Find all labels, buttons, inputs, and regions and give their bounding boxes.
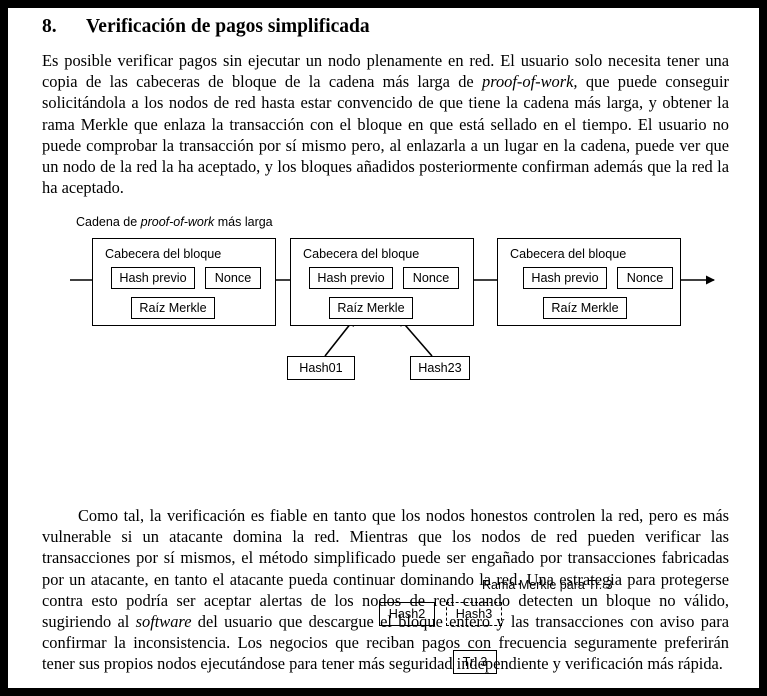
block-3-nonce: Nonce (617, 267, 673, 289)
block-3-merkle-root: Raíz Merkle (543, 297, 627, 319)
chain-label: Cadena de proof-of-work más larga (76, 215, 273, 229)
block-1-nonce: Nonce (205, 267, 261, 289)
merkle-node-hash01: Hash01 (287, 356, 355, 380)
paragraph-conclusion-emphasis: software (135, 612, 192, 632)
paragraph-intro-emphasis: proof-of-work, (482, 72, 578, 92)
block-3-prev-hash: Hash previo (523, 267, 607, 289)
block-2-nonce: Nonce (403, 267, 459, 289)
merkle-node-hash23: Hash23 (410, 356, 470, 380)
chain-label-part1: Cadena de (76, 215, 141, 229)
block-1-title: Cabecera del bloque (105, 247, 222, 261)
section-heading: 8. Verificación de pagos simplificada (42, 16, 722, 38)
spv-merkle-diagram: Cadena de proof-of-work más larga Rama M… (8, 198, 759, 674)
section-title: Verificación de pagos simplificada (86, 16, 370, 37)
paragraph-conclusion: Como tal, la verificación es fiable en t… (42, 505, 729, 675)
block-3-title: Cabecera del bloque (510, 247, 627, 261)
section-number: 8. (42, 16, 57, 37)
document-page: 8. Verificación de pagos simplificada Es … (8, 8, 759, 688)
block-2-title: Cabecera del bloque (303, 247, 420, 261)
chain-label-emphasis: proof-of-work (140, 215, 215, 229)
block-1-prev-hash: Hash previo (111, 267, 195, 289)
paragraph-intro: Es posible verificar pagos sin ejecutar … (42, 50, 729, 198)
block-header-1: Cabecera del bloque Hash previo Nonce Ra… (92, 238, 276, 326)
block-header-3: Cabecera del bloque Hash previo Nonce Ra… (497, 238, 681, 326)
block-header-2: Cabecera del bloque Hash previo Nonce Ra… (290, 238, 474, 326)
block-2-merkle-root: Raíz Merkle (329, 297, 413, 319)
chain-label-part2: más larga (214, 215, 273, 229)
page-content: 8. Verificación de pagos simplificada Es … (8, 8, 759, 688)
block-2-prev-hash: Hash previo (309, 267, 393, 289)
block-1-merkle-root: Raíz Merkle (131, 297, 215, 319)
